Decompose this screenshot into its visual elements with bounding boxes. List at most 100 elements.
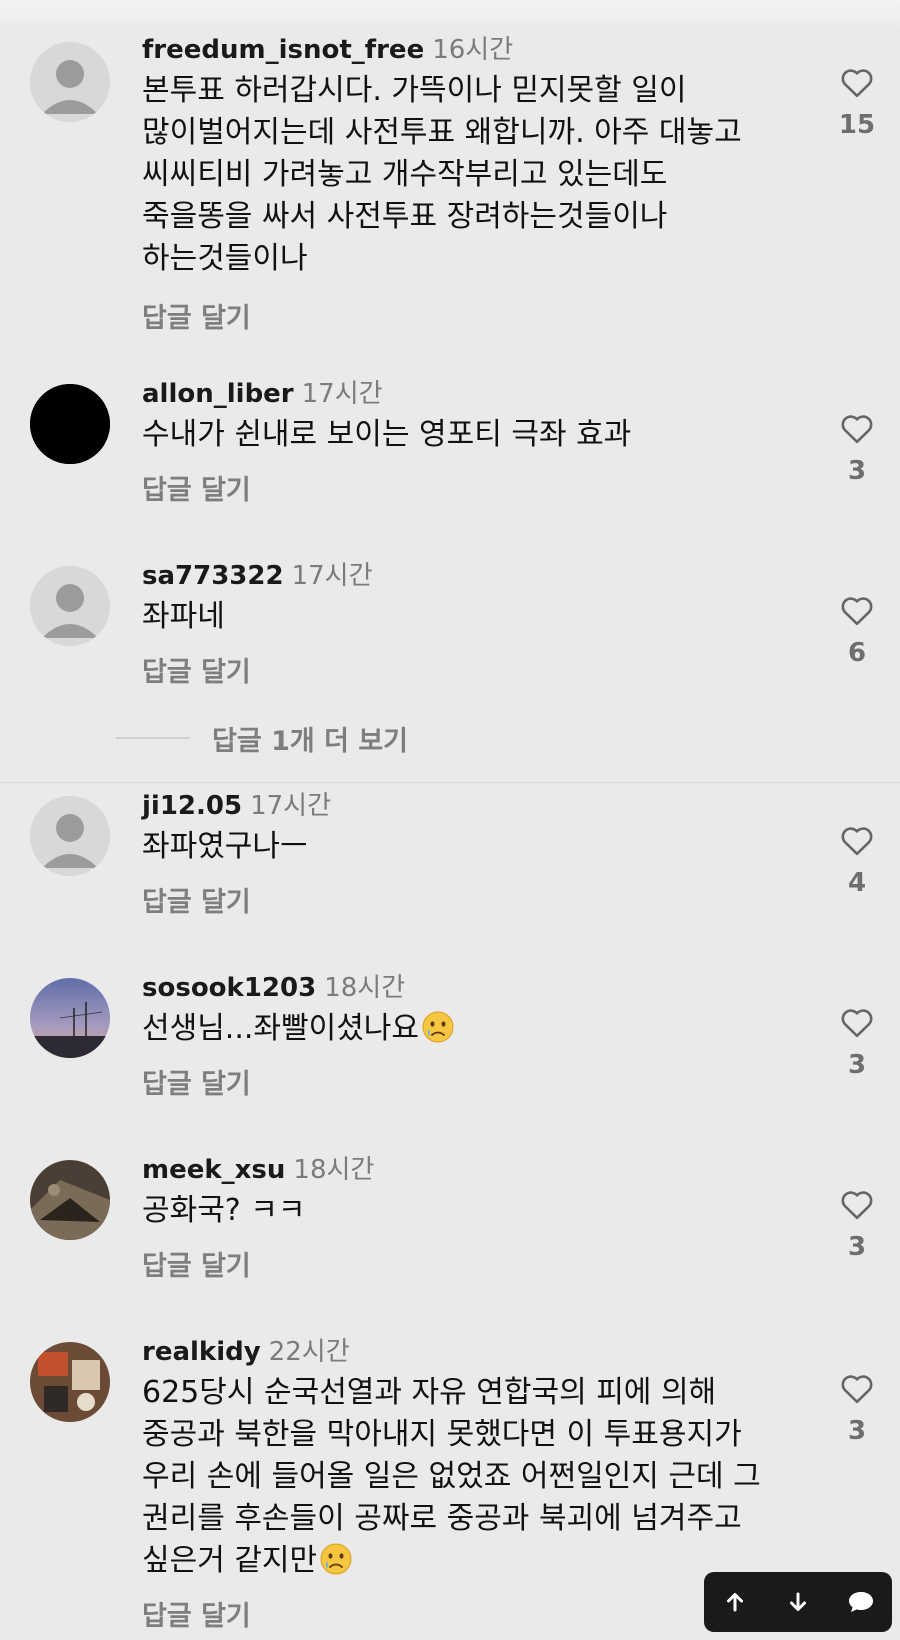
comment-text: 본투표 하러갑시다. 가뜩이나 믿지못할 일이 많이벌어지는데 사전투표 왜합니… <box>142 70 762 280</box>
comment-line: 좌파네 <box>142 599 225 634</box>
comment-line: 많이벌어지는데 사전투표 왜합니까. 아주 대놓고 <box>142 115 742 150</box>
heart-icon <box>841 1009 873 1038</box>
like-button[interactable]: 6 <box>836 594 878 668</box>
comment-text: 좌파네 <box>142 596 762 638</box>
reply-button[interactable]: 답글 달기 <box>142 1062 251 1101</box>
comment-username[interactable]: sa773322 <box>142 561 284 591</box>
scroll-down-button[interactable] <box>776 1580 820 1624</box>
comments-button[interactable] <box>839 1580 883 1624</box>
heart-icon <box>841 1375 873 1404</box>
heart-icon <box>841 827 873 856</box>
default-user-icon <box>30 796 110 876</box>
like-button[interactable]: 3 <box>836 412 878 486</box>
comment-text: 수내가 쉰내로 보이는 영포티 극좌 효과 <box>142 414 762 456</box>
like-count: 3 <box>847 456 867 486</box>
comment-line: 중공과 북한을 막아내지 못했다면 이 투표용지가 <box>142 1417 742 1452</box>
comment-username[interactable]: allon_liber <box>142 379 294 409</box>
comment-username[interactable]: meek_xsu <box>142 1155 285 1185</box>
like-button[interactable]: 15 <box>836 66 878 140</box>
chat-bubble-icon <box>848 1592 873 1612</box>
default-user-icon <box>30 42 110 122</box>
sunset-photo-icon <box>30 978 110 1058</box>
like-count: 3 <box>847 1232 867 1262</box>
comment-line: 권리를 후손들이 공짜로 중공과 북괴에 넘겨주고 <box>142 1501 742 1536</box>
like-button[interactable]: 3 <box>836 1006 878 1080</box>
comment-meta: freedum_isnot_free 16시간 <box>142 30 513 70</box>
crying-face-icon <box>320 1543 352 1575</box>
arrow-up-icon <box>727 1593 744 1612</box>
comment-username[interactable]: ji12.05 <box>142 791 242 821</box>
comment-username[interactable]: freedum_isnot_free <box>142 35 424 65</box>
photo-avatar-icon <box>30 1342 110 1422</box>
comment-text: 625당시 순국선열과 자유 연합국의 피에 의해 중공과 북한을 막아내지 못… <box>142 1372 762 1582</box>
comment-line-wrap: 선생님...좌빨이셨나요 <box>142 1008 762 1050</box>
reply-button[interactable]: 답글 달기 <box>142 468 251 507</box>
comment-line: 싶은거 같지만 <box>142 1543 318 1578</box>
heart-icon <box>841 69 873 98</box>
reply-button[interactable]: 답글 달기 <box>142 1594 251 1633</box>
like-count: 3 <box>847 1050 867 1080</box>
comment-username[interactable]: sosook1203 <box>142 973 316 1003</box>
divider <box>0 782 900 783</box>
comment-time: 22시간 <box>268 1337 350 1367</box>
comment-text: 공화국? ㅋㅋ <box>142 1190 762 1232</box>
avatar[interactable] <box>30 796 110 876</box>
reply-button[interactable]: 답글 달기 <box>142 650 251 689</box>
comment-meta: sosook1203 18시간 <box>142 968 405 1008</box>
arrow-down-icon <box>789 1592 806 1611</box>
avatar[interactable] <box>30 566 110 646</box>
comment-username[interactable]: realkidy <box>142 1337 261 1367</box>
top-fade <box>0 0 900 30</box>
comment-line: 씨씨티비 가려놓고 개수작부리고 있는데도 <box>142 157 668 192</box>
comment-line: 625당시 순국선열과 자유 연합국의 피에 의해 <box>142 1375 717 1410</box>
default-user-icon <box>30 566 110 646</box>
comment-meta: ji12.05 17시간 <box>142 786 331 826</box>
avatar[interactable] <box>30 1160 110 1240</box>
like-count: 4 <box>847 868 867 898</box>
comment-meta: sa773322 17시간 <box>142 556 373 596</box>
comment-meta: meek_xsu 18시간 <box>142 1150 374 1190</box>
like-button[interactable]: 3 <box>836 1372 878 1446</box>
comment-time: 18시간 <box>293 1155 375 1185</box>
like-count: 6 <box>847 638 867 668</box>
comment-time: 17시간 <box>250 791 332 821</box>
avatar[interactable] <box>30 384 110 464</box>
comment-meta: realkidy 22시간 <box>142 1332 350 1372</box>
avatar[interactable] <box>30 42 110 122</box>
reply-button[interactable]: 답글 달기 <box>142 296 251 335</box>
comment-line-wrap: 싶은거 같지만 <box>142 1540 762 1582</box>
comment-line: 하는것들이나 <box>142 241 308 276</box>
comment-line: 좌파였구나ㅡ <box>142 829 308 864</box>
comment-line: 우리 손에 들어올 일은 없었죠 어쩐일인지 근데 그 <box>142 1459 761 1494</box>
comment-time: 17시간 <box>291 561 373 591</box>
more-replies-line <box>116 737 190 739</box>
comment-time: 17시간 <box>301 379 383 409</box>
dark-photo-icon <box>30 1160 110 1240</box>
black-avatar-icon <box>30 384 110 464</box>
like-button[interactable]: 4 <box>836 824 878 898</box>
comment-line: 공화국? ㅋㅋ <box>142 1193 306 1228</box>
comment-line: 본투표 하러갑시다. 가뜩이나 믿지못할 일이 <box>142 73 687 108</box>
comment-meta: allon_liber 17시간 <box>142 374 383 414</box>
comment-time: 16시간 <box>432 35 514 65</box>
reply-button[interactable]: 답글 달기 <box>142 880 251 919</box>
comment-line: 선생님...좌빨이셨나요 <box>142 1011 420 1046</box>
avatar[interactable] <box>30 978 110 1058</box>
view-more-replies-label[interactable]: 답글 1개 더 보기 <box>212 719 408 758</box>
heart-icon <box>841 1191 873 1220</box>
heart-icon <box>841 597 873 626</box>
comment-time: 18시간 <box>324 973 406 1003</box>
comment-line: 수내가 쉰내로 보이는 영포티 극좌 효과 <box>142 417 632 452</box>
view-more-replies[interactable]: 답글 1개 더 보기 <box>116 718 408 758</box>
like-button[interactable]: 3 <box>836 1188 878 1262</box>
like-count: 3 <box>847 1416 867 1446</box>
reply-button[interactable]: 답글 달기 <box>142 1244 251 1283</box>
scroll-up-button[interactable] <box>713 1580 757 1624</box>
comment-text: 좌파였구나ㅡ <box>142 826 762 868</box>
avatar[interactable] <box>30 1342 110 1422</box>
crying-face-icon <box>422 1011 454 1043</box>
like-count: 15 <box>838 110 876 140</box>
floating-nav-bar <box>704 1572 892 1632</box>
heart-icon <box>841 415 873 444</box>
comment-line: 죽을똥을 싸서 사전투표 장려하는것들이나 <box>142 199 668 234</box>
